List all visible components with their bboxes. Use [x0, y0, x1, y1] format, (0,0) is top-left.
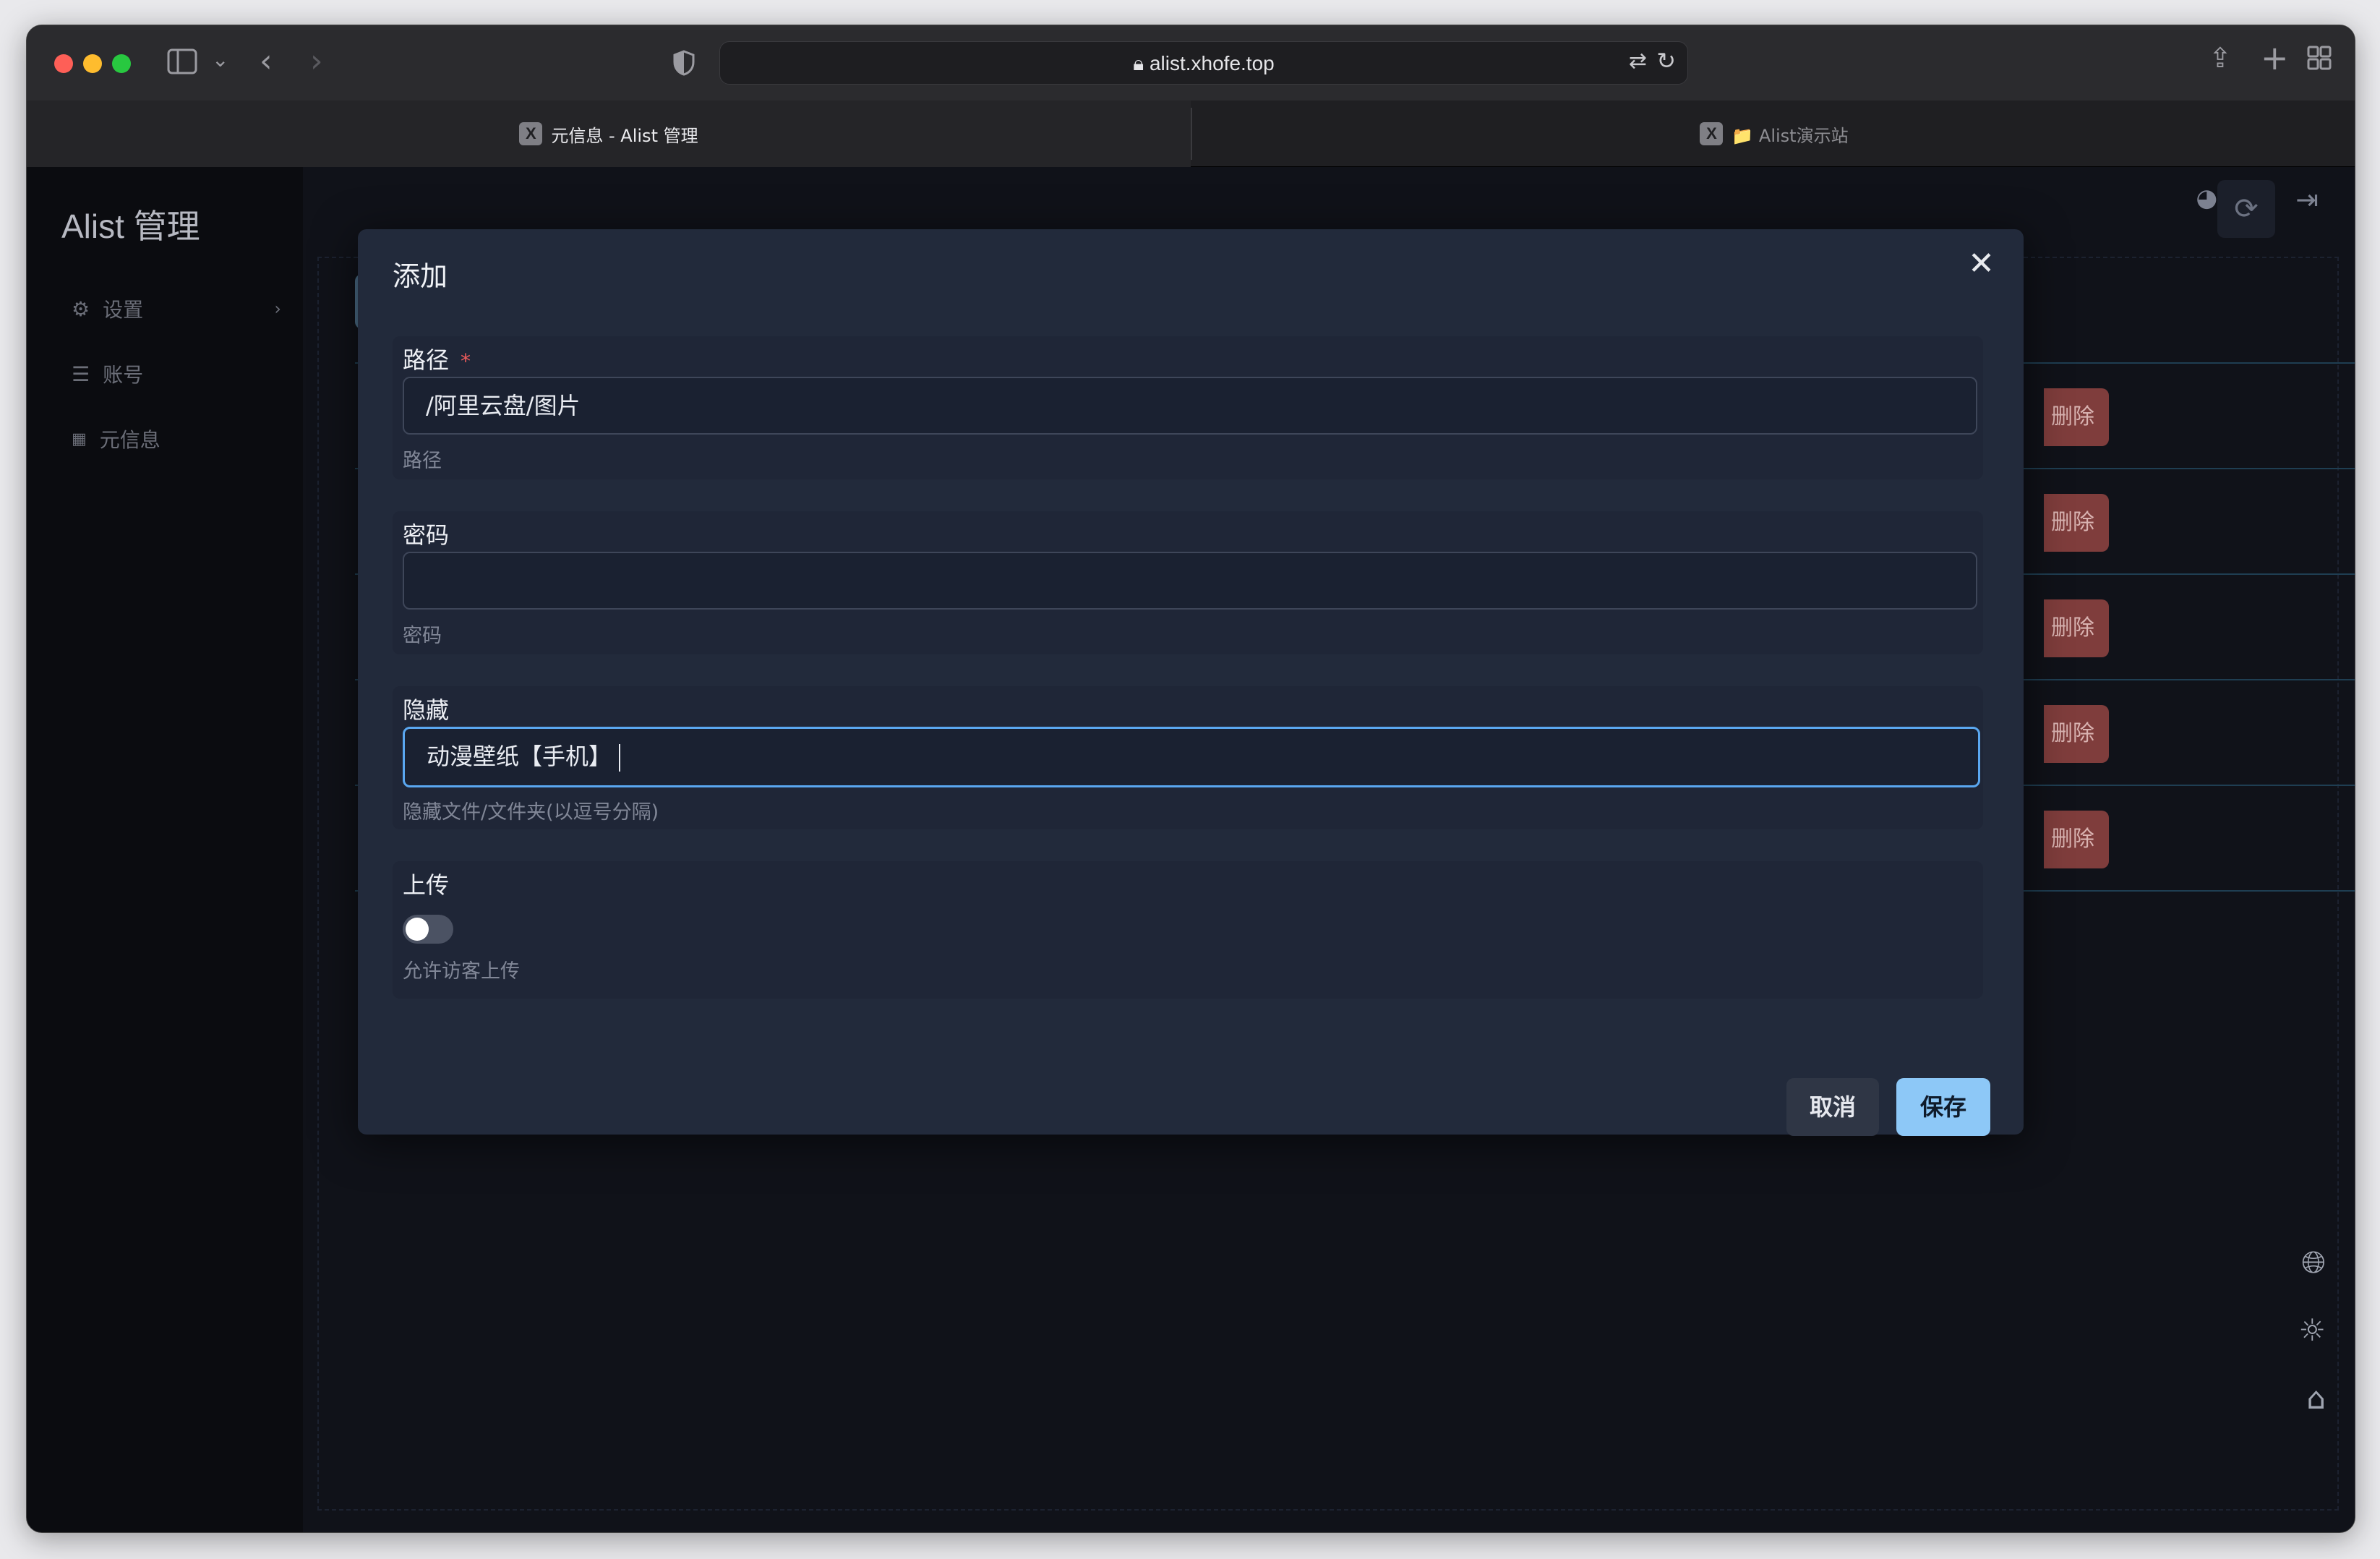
minimize-window-button[interactable]: [83, 54, 102, 73]
tab-meta[interactable]: X 元信息 - Alist 管理: [27, 101, 1191, 167]
refresh-icon[interactable]: ⟳: [2217, 180, 2275, 238]
home-icon[interactable]: ⌂: [2306, 1380, 2326, 1416]
cancel-button[interactable]: 取消: [1786, 1078, 1879, 1136]
sidebar-item-label: 元信息: [99, 428, 160, 452]
delete-button[interactable]: 删除: [2044, 388, 2109, 446]
password-input[interactable]: [403, 552, 1977, 610]
dialog-title: 添加: [393, 260, 448, 292]
tab-demo[interactable]: X 📁 Alist演示站: [1192, 101, 2355, 167]
hide-help: 隐藏文件/文件夹(以逗号分隔): [403, 801, 659, 824]
close-window-button[interactable]: [54, 54, 73, 73]
browser-toolbar: ⌄ ‹ › 🔒︎ alist.xhofe.top ⇄ ↻ ⇪ +: [27, 25, 2355, 101]
back-icon[interactable]: ‹: [260, 46, 273, 77]
gear-icon: ⚙: [72, 296, 90, 321]
share-icon[interactable]: ⇪: [2209, 44, 2232, 72]
favicon: X: [519, 122, 543, 145]
hide-label: 隐藏: [403, 696, 450, 724]
hide-input[interactable]: 动漫壁纸【手机】: [403, 727, 1980, 787]
upload-toggle[interactable]: [403, 915, 453, 944]
logout-icon[interactable]: ⇥: [2295, 186, 2319, 213]
delete-button[interactable]: 删除: [2044, 811, 2109, 868]
list-icon: ☰: [72, 362, 90, 386]
delete-button[interactable]: 删除: [2044, 494, 2109, 552]
translate-icon[interactable]: ⇄: [1629, 51, 1647, 72]
path-field-group: 路径 * /阿里云盘/图片 路径: [393, 336, 1983, 479]
new-tab-icon[interactable]: +: [2261, 41, 2289, 74]
add-dialog: 添加 ✕ 路径 * /阿里云盘/图片 路径 密码 密码 隐藏 动漫壁纸【手机】 隐…: [358, 229, 2024, 1136]
sidebar-toggle-icon[interactable]: [167, 48, 197, 79]
delete-button[interactable]: 删除: [2044, 599, 2109, 657]
chevron-down-icon[interactable]: ⌄: [212, 50, 228, 70]
reload-icon[interactable]: ↻: [1656, 49, 1676, 72]
tab-overview-icon[interactable]: [2307, 46, 2332, 74]
tab-label: 元信息 - Alist 管理: [551, 125, 698, 146]
password-field-group: 密码 密码: [393, 511, 1983, 654]
tab-label: 📁 Alist演示站: [1732, 125, 1849, 146]
table-icon: ▦: [72, 430, 87, 448]
required-marker: *: [461, 349, 471, 373]
sidebar-item-label: 账号: [103, 363, 144, 387]
hide-input-value: 动漫壁纸【手机】: [427, 743, 612, 770]
toggle-knob: [406, 918, 429, 941]
path-input[interactable]: /阿里云盘/图片: [403, 377, 1977, 435]
sidebar-item-settings[interactable]: ⚙ 设置 ›: [72, 294, 281, 323]
sidebar: Alist 管理 ⚙ 设置 › ☰ 账号 ▦ 元信息: [27, 167, 303, 1532]
close-icon[interactable]: ✕: [1968, 248, 1995, 280]
sidebar-item-meta[interactable]: ▦ 元信息: [72, 424, 160, 453]
delete-button[interactable]: 删除: [2044, 705, 2109, 763]
address-bar[interactable]: 🔒︎ alist.xhofe.top ⇄ ↻: [719, 41, 1688, 85]
sidebar-item-label: 设置: [103, 298, 144, 322]
path-label: 路径: [403, 346, 450, 374]
password-label: 密码: [403, 521, 450, 549]
brand-title: Alist 管理: [61, 208, 200, 245]
upload-field-group: 上传 允许访客上传: [393, 861, 1983, 999]
upload-help: 允许访客上传: [403, 960, 520, 983]
favicon: X: [1700, 122, 1724, 145]
github-icon[interactable]: ◕: [2196, 186, 2217, 210]
shield-icon[interactable]: [673, 50, 695, 80]
text-cursor: [619, 744, 621, 772]
path-help: 路径: [403, 450, 442, 472]
tab-bar: X 元信息 - Alist 管理 X 📁 Alist演示站: [27, 101, 2355, 167]
save-button[interactable]: 保存: [1896, 1078, 1990, 1136]
password-help: 密码: [403, 625, 442, 647]
upload-label: 上传: [403, 871, 450, 899]
language-icon[interactable]: 🌐︎: [2301, 1244, 2326, 1281]
theme-toggle-icon[interactable]: ☼: [2298, 1312, 2326, 1348]
hide-field-group: 隐藏 动漫壁纸【手机】 隐藏文件/文件夹(以逗号分隔): [393, 686, 1983, 829]
chevron-right-icon: ›: [274, 299, 281, 319]
browser-window: ⌄ ‹ › 🔒︎ alist.xhofe.top ⇄ ↻ ⇪ + X 元信息 -…: [26, 25, 2355, 1533]
address-text: alist.xhofe.top: [1149, 52, 1275, 74]
zoom-window-button[interactable]: [112, 54, 131, 73]
lock-icon: 🔒︎: [1133, 52, 1144, 74]
forward-icon[interactable]: ›: [310, 46, 323, 77]
sidebar-item-accounts[interactable]: ☰ 账号: [72, 359, 143, 388]
